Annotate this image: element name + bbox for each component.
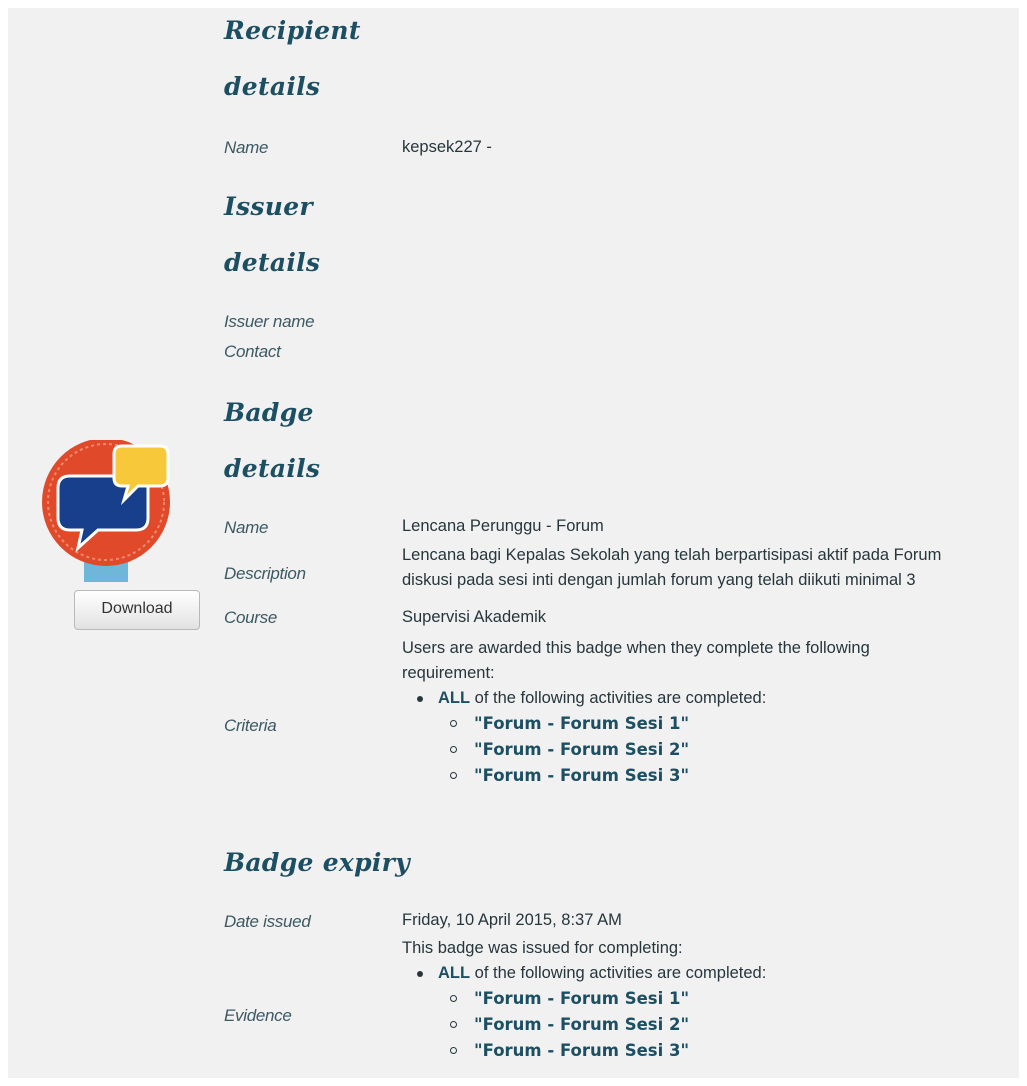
download-button[interactable]: Download xyxy=(74,590,200,630)
evidence-activity-link[interactable]: "Forum - Forum Sesi 2" xyxy=(474,1015,689,1034)
badge-description-line2: diskusi pada sesi inti dengan jumlah for… xyxy=(402,571,916,589)
evidence-label: Evidence xyxy=(224,1006,292,1025)
evidence-value: This badge was issued for completing: AL… xyxy=(402,936,1027,1064)
expiry-heading: Badge expiry xyxy=(224,848,410,877)
criteria-all-item: ALL of the following activities are comp… xyxy=(402,686,1027,711)
criteria-activity-link[interactable]: "Forum - Forum Sesi 2" xyxy=(474,740,689,759)
evidence-intro: This badge was issued for completing: xyxy=(402,939,683,957)
criteria-activity-item: "Forum - Forum Sesi 3" xyxy=(402,763,1027,789)
evidence-all-text: of the following activities are complete… xyxy=(470,964,767,982)
badge-description-label: Description xyxy=(224,564,306,583)
evidence-activity-link[interactable]: "Forum - Forum Sesi 3" xyxy=(474,1041,689,1060)
badge-heading-line2: details xyxy=(224,454,321,483)
badge-heading-line1: Badge xyxy=(224,398,314,427)
criteria-all-text: of the following activities are complete… xyxy=(470,689,767,707)
criteria-intro-line2: requirement: xyxy=(402,664,495,682)
criteria-all-keyword: ALL xyxy=(438,689,471,707)
badge-name-value: Lencana Perunggu - Forum xyxy=(402,517,604,535)
badge-description-value: Lencana bagi Kepalas Sekolah yang telah … xyxy=(402,543,1027,593)
evidence-activity-link[interactable]: "Forum - Forum Sesi 1" xyxy=(474,989,689,1008)
badge-course-value: Supervisi Akademik xyxy=(402,608,546,626)
recipient-heading-line1: Recipient xyxy=(224,16,361,45)
badge-description-line1: Lencana bagi Kepalas Sekolah yang telah … xyxy=(402,546,942,564)
criteria-activity-item: "Forum - Forum Sesi 2" xyxy=(402,737,1027,763)
evidence-all-keyword: ALL xyxy=(438,964,471,982)
issuer-name-label: Issuer name xyxy=(224,312,315,331)
date-issued-label: Date issued xyxy=(224,912,311,931)
criteria-list: ALL of the following activities are comp… xyxy=(402,686,1027,789)
evidence-activity-item: "Forum - Forum Sesi 1" xyxy=(402,986,1027,1012)
criteria-activity-link[interactable]: "Forum - Forum Sesi 3" xyxy=(474,766,689,785)
badge-criteria-value: Users are awarded this badge when they c… xyxy=(402,636,1027,789)
evidence-activity-item: "Forum - Forum Sesi 2" xyxy=(402,1012,1027,1038)
page-background: Download Recipient details Name kepsek22… xyxy=(8,8,1019,1078)
issuer-heading-line1: Issuer xyxy=(224,192,313,221)
recipient-name-value: kepsek227 - xyxy=(402,138,492,156)
recipient-heading-line2: details xyxy=(224,72,321,101)
badge-name-label: Name xyxy=(224,518,269,537)
criteria-intro-line1: Users are awarded this badge when they c… xyxy=(402,639,870,657)
recipient-name-label: Name xyxy=(224,138,269,157)
criteria-activity-item: "Forum - Forum Sesi 1" xyxy=(402,711,1027,737)
evidence-activity-item: "Forum - Forum Sesi 3" xyxy=(402,1038,1027,1064)
issuer-heading-line2: details xyxy=(224,248,321,277)
badge-course-label: Course xyxy=(224,608,278,627)
evidence-all-item: ALL of the following activities are comp… xyxy=(402,961,1027,986)
badge-criteria-label: Criteria xyxy=(224,716,277,735)
evidence-list: ALL of the following activities are comp… xyxy=(402,961,1027,1064)
criteria-activity-link[interactable]: "Forum - Forum Sesi 1" xyxy=(474,714,689,733)
issuer-contact-label: Contact xyxy=(224,342,281,361)
badge-icon xyxy=(42,440,170,582)
date-issued-value: Friday, 10 April 2015, 8:37 AM xyxy=(402,911,622,929)
